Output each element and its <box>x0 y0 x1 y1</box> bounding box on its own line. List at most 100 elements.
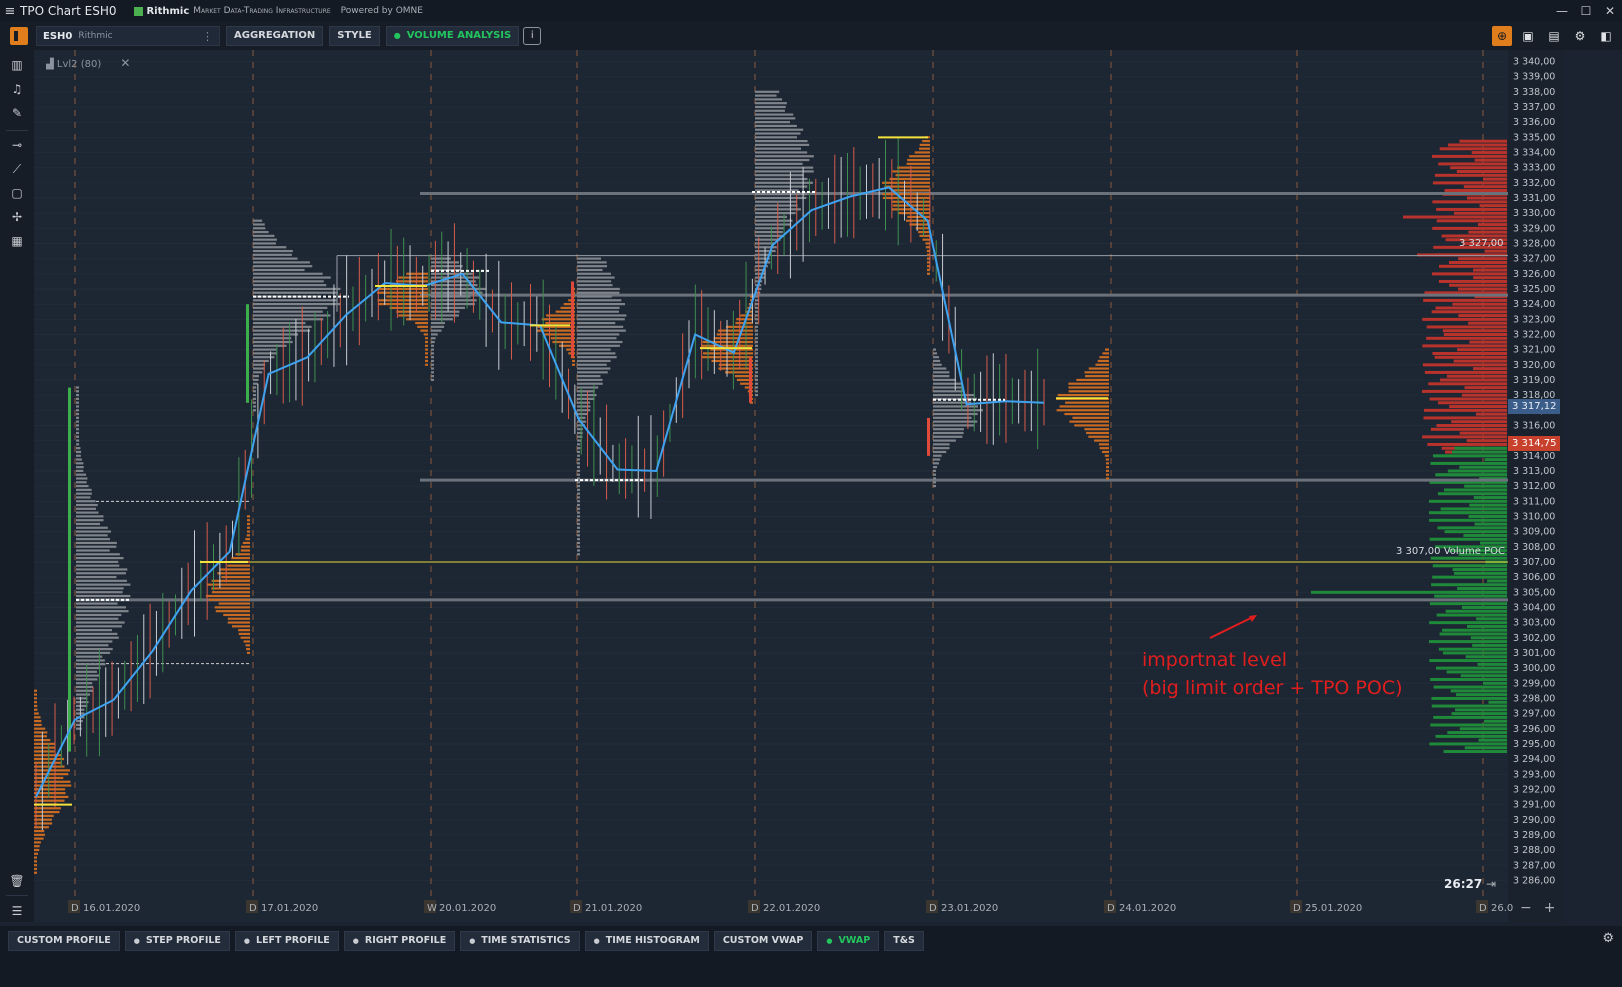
bottom-settings-gear-icon[interactable]: ⚙ <box>1602 931 1614 946</box>
profile-bar <box>755 102 787 105</box>
profile-bar <box>933 473 936 476</box>
profile-bar <box>76 579 127 582</box>
profile-bar <box>1106 462 1109 465</box>
profile-bar <box>577 538 580 541</box>
profile-bar <box>1102 450 1109 454</box>
profile-bar <box>431 344 434 347</box>
profile-bar <box>34 814 54 817</box>
date-label: 24.01.2020 <box>1119 903 1176 914</box>
dom-bar <box>1440 378 1507 382</box>
close-indicator-icon[interactable]: ✕ <box>120 56 130 70</box>
profile-bar <box>906 162 930 165</box>
profile-bar <box>76 689 94 692</box>
dom-bar <box>1448 261 1507 264</box>
date-tag: W <box>427 903 437 914</box>
profile-bar <box>755 337 758 340</box>
profile-bar <box>577 295 612 298</box>
profile-bar <box>927 272 930 275</box>
profile-bar <box>755 329 758 332</box>
dom-bar <box>1466 439 1507 443</box>
profile-bar <box>755 386 758 389</box>
zoom-controls: − + <box>1520 900 1567 916</box>
zoom-in-icon[interactable]: + <box>1544 900 1556 916</box>
profile-bar <box>895 174 930 177</box>
profile-bar <box>907 158 930 162</box>
profile-bar <box>76 534 108 537</box>
price-tick-label: 3 300,00 <box>1513 663 1555 674</box>
profile-bar <box>76 393 79 397</box>
profile-bar <box>34 723 42 726</box>
annotation-text: importnat level (big limit order + TPO P… <box>1142 646 1403 702</box>
profile-bar <box>253 246 287 249</box>
custom-profile-button[interactable]: CUSTOM PROFILE <box>8 931 120 951</box>
profile-bar <box>76 458 82 461</box>
profile-bar <box>431 375 434 378</box>
price-tick-label: 3 298,00 <box>1513 693 1555 704</box>
dom-bar <box>1451 712 1507 716</box>
dom-bar <box>1429 511 1507 515</box>
profile-bar <box>34 871 37 874</box>
profile-bar <box>1065 401 1109 404</box>
dom-bar <box>1432 272 1507 276</box>
price-tick-label: 3 327,00 <box>1513 254 1555 265</box>
profile-bar <box>755 318 758 321</box>
vwap-button[interactable]: VWAP <box>817 931 880 951</box>
price-tick-label: 3 333,00 <box>1513 163 1555 174</box>
right-profile-button[interactable]: RIGHT PROFILE <box>343 931 456 951</box>
profile-bar <box>933 481 936 484</box>
profile-bar <box>253 230 269 234</box>
profile-bar <box>253 348 277 351</box>
profile-bar <box>755 333 758 336</box>
price-tick-label: 3 310,00 <box>1513 511 1555 522</box>
profile-bar <box>211 579 250 582</box>
profile-bar <box>240 549 250 552</box>
profile-bar <box>577 348 611 351</box>
profile-bar <box>755 295 759 298</box>
left-profile-button[interactable]: LEFT PROFILE <box>234 931 339 951</box>
date-label: 22.01.2020 <box>763 903 820 914</box>
dom-bar <box>1432 564 1507 568</box>
profile-bar <box>577 466 580 469</box>
profile-bar <box>253 219 263 222</box>
dom-bar <box>1484 458 1507 462</box>
profile-bar <box>755 105 786 109</box>
profile-bar <box>238 632 250 636</box>
profile-bar <box>76 469 84 472</box>
profile-bar <box>1072 416 1109 419</box>
profile-bar <box>431 340 435 344</box>
profile-bar <box>34 852 39 855</box>
profile-bar <box>755 147 802 150</box>
dom-bar <box>1479 541 1507 545</box>
profile-bar <box>577 405 591 408</box>
profile-bar <box>577 530 580 533</box>
time-statistics-button[interactable]: TIME STATISTICS <box>460 931 580 951</box>
profile-bar <box>34 799 65 802</box>
time-and-sales-button[interactable]: T&S <box>884 931 924 951</box>
scroll-to-end-icon[interactable]: ⇥ <box>1486 877 1496 891</box>
price-tick-label: 3 321,00 <box>1513 345 1555 356</box>
dom-bar <box>1430 461 1507 465</box>
profile-bar <box>253 359 269 363</box>
profile-bar <box>577 515 580 518</box>
profile-bar <box>914 151 930 154</box>
dom-bar <box>1449 405 1507 409</box>
lvl2-indicator-text: Lvl2 (80) <box>56 59 102 70</box>
tpo-chart-canvas[interactable]: 3 340,00 3 339,00 3 338,00 3 337,00 3 336,00… <box>0 0 1622 926</box>
profile-bar <box>76 450 82 454</box>
profile-bar <box>253 261 310 264</box>
custom-vwap-button[interactable]: CUSTOM VWAP <box>713 931 813 951</box>
profile-bar <box>245 538 250 541</box>
profile-bar <box>884 185 930 188</box>
profile-bar <box>34 848 40 852</box>
profile-bar <box>76 466 84 469</box>
profile-bar <box>882 181 930 184</box>
price-tick-label: 3 335,00 <box>1513 132 1555 143</box>
time-histogram-button[interactable]: TIME HISTOGRAM <box>584 931 709 951</box>
price-tick-label: 3 319,00 <box>1513 375 1555 386</box>
profile-bar <box>431 295 471 298</box>
profile-bar <box>577 321 616 325</box>
zoom-out-icon[interactable]: − <box>1520 900 1532 916</box>
step-profile-button[interactable]: STEP PROFILE <box>124 931 230 951</box>
dom-bar <box>1464 746 1507 750</box>
profile-bar <box>933 375 950 378</box>
